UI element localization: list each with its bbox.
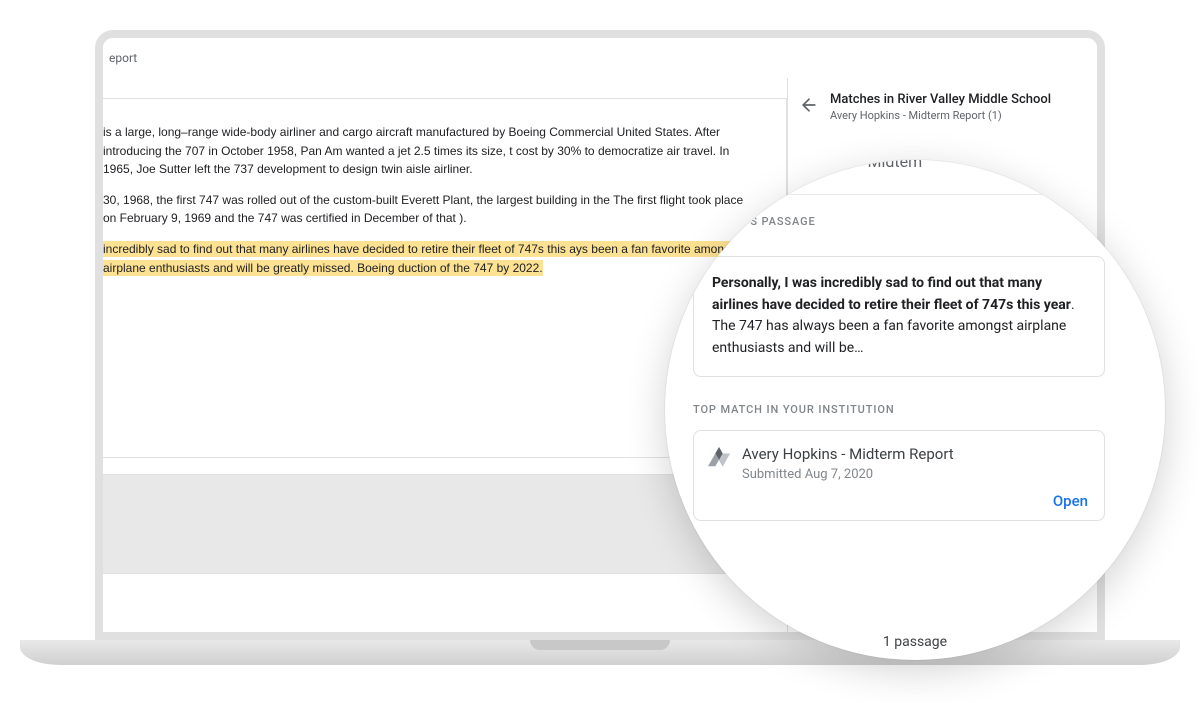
match-document-title: Avery Hopkins - Midterm Report bbox=[742, 445, 954, 463]
students-passage-label: STUDENT'S PASSAGE bbox=[693, 215, 816, 228]
top-match-card[interactable]: Avery Hopkins - Midterm Report Submitted… bbox=[693, 430, 1105, 521]
zoom-detail-circle: y Hopkins - Midtem STUDENT'S PASSAGE FLA… bbox=[665, 160, 1165, 660]
side-panel-title: Matches in River Valley Middle School bbox=[830, 92, 1051, 107]
student-passage-card[interactable]: Personally, I was incredibly sad to find… bbox=[693, 256, 1105, 377]
topbar: eport bbox=[103, 38, 1097, 78]
side-panel-subtitle: Avery Hopkins - Midterm Report (1) bbox=[830, 109, 1051, 122]
google-drive-icon bbox=[708, 447, 730, 467]
match-submitted-date: Submitted Aug 7, 2020 bbox=[742, 467, 954, 482]
doc-highlighted-passage[interactable]: incredibly sad to find out that many air… bbox=[103, 241, 740, 276]
side-panel-header: Matches in River Valley Middle School Av… bbox=[788, 88, 1097, 134]
passage-highlighted-text: Personally, I was incredibly sad to find… bbox=[712, 275, 1071, 313]
top-match-label: TOP MATCH IN YOUR INSTITUTION bbox=[693, 403, 1105, 416]
back-arrow-icon[interactable] bbox=[798, 94, 820, 116]
open-match-link[interactable]: Open bbox=[1053, 492, 1088, 510]
doc-paragraph-2: 30, 1968, the first 747 was rolled out o… bbox=[103, 191, 752, 228]
flag-button[interactable]: FLA bbox=[1118, 216, 1165, 242]
laptop-notch bbox=[530, 640, 670, 650]
doc-paragraph-1: is a large, long–range wide-body airline… bbox=[103, 123, 752, 179]
topbar-title-fragment: eport bbox=[109, 51, 137, 65]
passage-count-label: 1 passage bbox=[883, 634, 947, 650]
doc-paragraph-3: incredibly sad to find out that many air… bbox=[103, 240, 752, 277]
